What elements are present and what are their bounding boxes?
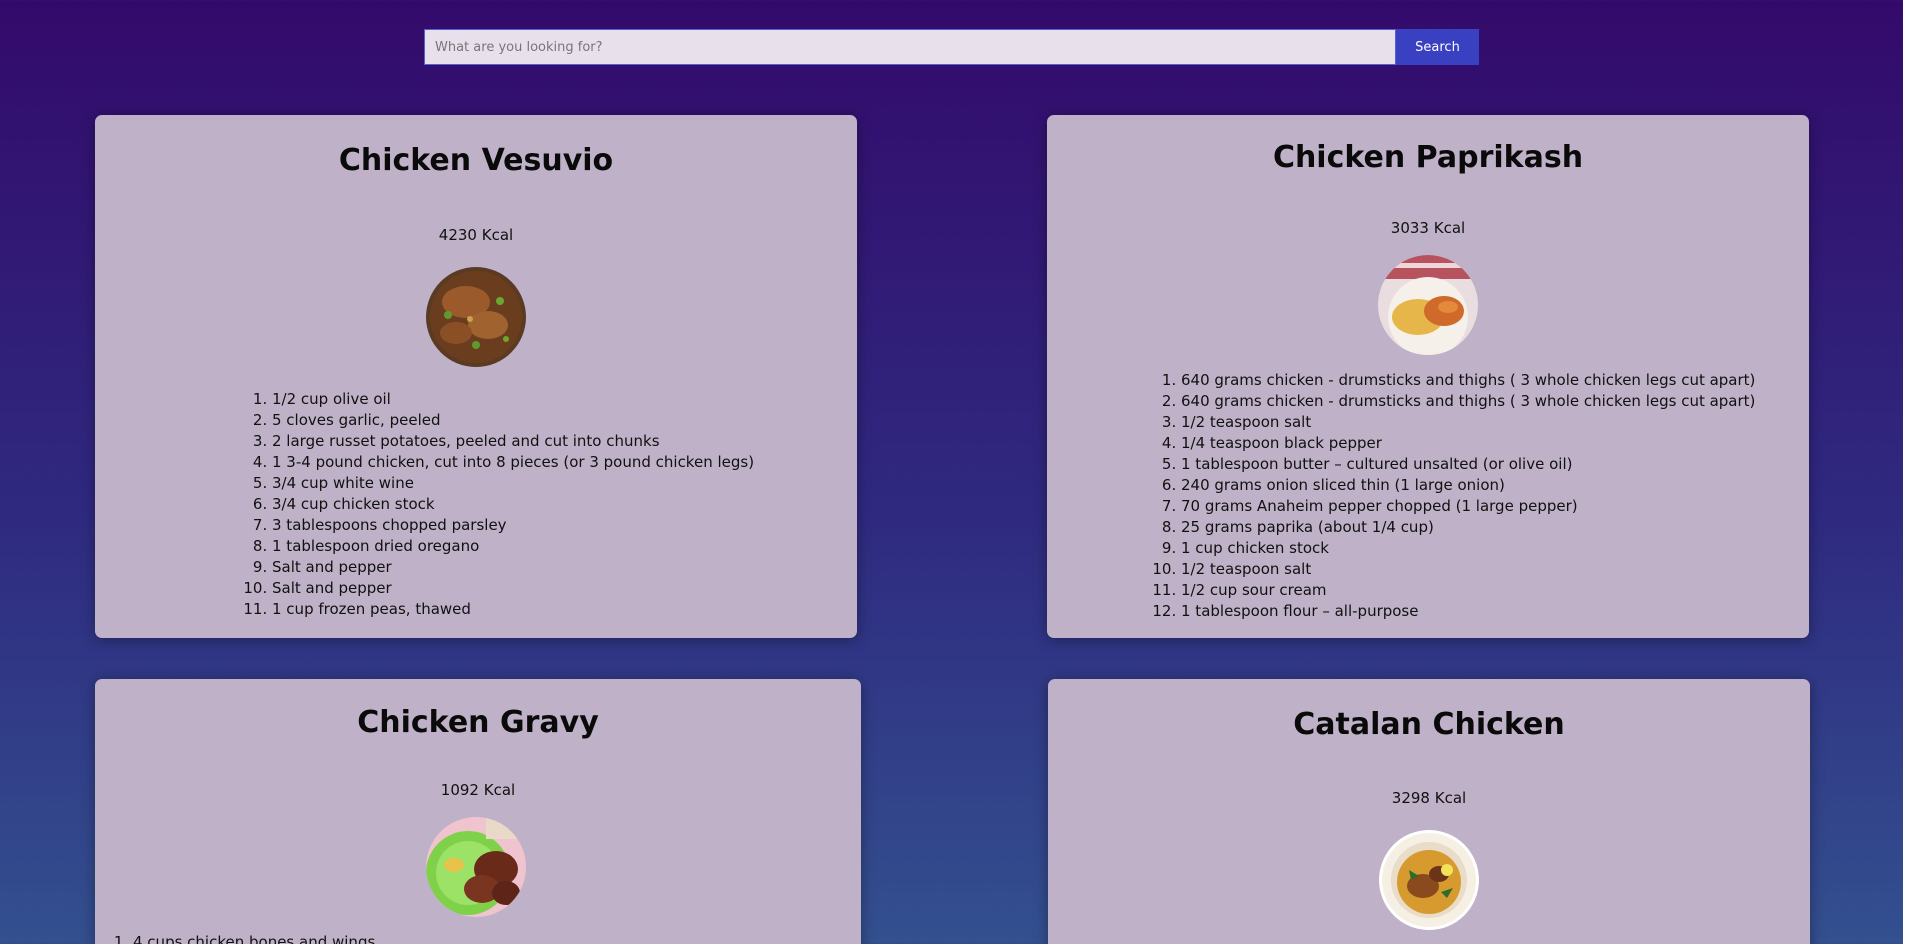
search-input[interactable]	[424, 29, 1396, 65]
ingredient-item: 640 grams chicken - drumsticks and thigh…	[1181, 391, 1755, 412]
recipe-card[interactable]: Chicken Gravy 1092 Kcal 4 cups chicken b…	[95, 679, 861, 944]
ingredient-item: 1 tablespoon dried oregano	[272, 536, 754, 557]
ingredient-item: 3 tablespoons chopped parsley	[272, 515, 754, 536]
ingredient-item: 25 grams paprika (about 1/4 cup)	[1181, 517, 1755, 538]
ingredient-item: 1/2 cup sour cream	[1181, 580, 1755, 601]
ingredient-item: 3/4 cup chicken stock	[272, 494, 754, 515]
ingredient-item: 1 tablespoon flour – all-purpose	[1181, 601, 1755, 622]
recipe-image	[1379, 830, 1479, 930]
ingredient-item: 1/2 cup olive oil	[272, 389, 754, 410]
ingredient-item: 1 cup frozen peas, thawed	[272, 599, 754, 620]
ingredient-item: 1 cup chicken stock	[1181, 538, 1755, 559]
ingredient-list: 640 grams chicken - drumsticks and thigh…	[1149, 370, 1755, 622]
recipe-title: Catalan Chicken	[1293, 707, 1565, 742]
recipe-card[interactable]: Chicken Vesuvio 4230 Kcal 1/2 cup olive …	[95, 115, 857, 638]
recipe-title: Chicken Vesuvio	[338, 143, 614, 178]
ingredient-item: Salt and pepper	[272, 578, 754, 599]
ingredient-item: 1/4 teaspoon black pepper	[1181, 433, 1755, 454]
search-button[interactable]: Search	[1396, 29, 1479, 65]
ingredient-item: 1/2 teaspoon salt	[1181, 559, 1755, 580]
page-scrollbar[interactable]	[1903, 0, 1907, 944]
ingredient-item: Salt and pepper	[272, 557, 754, 578]
ingredient-item: 240 grams onion sliced thin (1 large oni…	[1181, 475, 1755, 496]
recipe-kcal: 4230 Kcal	[438, 226, 514, 244]
recipe-kcal: 3033 Kcal	[1390, 219, 1466, 237]
recipe-kcal: 3298 Kcal	[1391, 789, 1467, 807]
recipe-card[interactable]: Catalan Chicken 3298 Kcal	[1048, 679, 1810, 944]
ingredient-item: 640 grams chicken - drumsticks and thigh…	[1181, 370, 1755, 391]
recipe-image	[426, 817, 526, 917]
ingredient-item: 1 tablespoon butter – cultured unsalted …	[1181, 454, 1755, 475]
ingredient-item: 1 3-4 pound chicken, cut into 8 pieces (…	[272, 452, 754, 473]
recipe-kcal: 1092 Kcal	[440, 781, 516, 799]
ingredient-item: 5 cloves garlic, peeled	[272, 410, 754, 431]
search-bar: Search	[424, 29, 1479, 65]
recipe-title: Chicken Gravy	[357, 705, 599, 740]
ingredient-item: 70 grams Anaheim pepper chopped (1 large…	[1181, 496, 1755, 517]
recipe-image	[426, 267, 526, 367]
ingredient-item: 4 cups chicken bones and wings	[133, 932, 375, 944]
ingredient-list: 1/2 cup olive oil 5 cloves garlic, peele…	[240, 389, 754, 620]
ingredient-item: 3/4 cup white wine	[272, 473, 754, 494]
ingredient-item: 2 large russet potatoes, peeled and cut …	[272, 431, 754, 452]
ingredient-item: 1/2 teaspoon salt	[1181, 412, 1755, 433]
recipe-card[interactable]: Chicken Paprikash 3033 Kcal 640 grams ch…	[1047, 115, 1809, 638]
recipe-image	[1378, 255, 1478, 355]
ingredient-list: 4 cups chicken bones and wings	[101, 932, 375, 944]
recipe-title: Chicken Paprikash	[1272, 140, 1584, 175]
